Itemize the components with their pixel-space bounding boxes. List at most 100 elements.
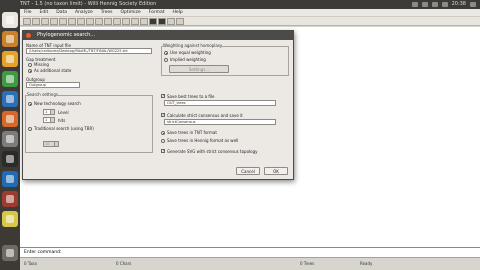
copy-icon[interactable]	[50, 17, 58, 25]
menu-analyze[interactable]: Analyze	[75, 9, 93, 16]
hennig-format-label: Save trees in Hennig format as well	[167, 138, 239, 143]
consensus-checkbox[interactable]: ✓	[161, 113, 165, 117]
menu-data[interactable]: Data	[56, 9, 67, 16]
status-ready: Ready	[360, 261, 373, 266]
gap-missing-label: Missing	[34, 62, 49, 67]
save-trees-checkbox[interactable]: ✓	[161, 94, 165, 98]
ok-button[interactable]: OK	[264, 167, 288, 175]
tnt-icon[interactable]	[2, 171, 18, 187]
menu-format[interactable]: Format	[149, 9, 165, 16]
search-settings-label: Search settings	[27, 92, 58, 97]
consensus-field[interactable]: strictConsensus	[164, 119, 276, 125]
view-icon[interactable]	[113, 17, 121, 25]
level-value: 1	[45, 110, 48, 114]
outgroup-field[interactable]: Outgroup	[26, 82, 80, 88]
menu-optimize[interactable]: Optimize	[120, 9, 140, 16]
desktop: TNT - 1.5 (no taxon limit) - Willi Henni…	[0, 0, 480, 270]
traditional-spin-arrows[interactable]	[54, 142, 58, 146]
color-icon[interactable]	[131, 17, 139, 25]
weighting-settings-button[interactable]: Settings...	[169, 65, 229, 73]
status-trees: 0 Trees	[300, 261, 315, 266]
terminal-icon[interactable]	[2, 151, 18, 167]
level-spinner[interactable]: 1	[43, 109, 55, 115]
hennig-format-radio[interactable]	[161, 139, 165, 143]
open-icon[interactable]	[23, 17, 31, 25]
status-bar: 0 Taxa 0 Chars 0 Trees Ready	[20, 257, 480, 270]
hits-value: 1	[45, 118, 48, 122]
hits-spinner[interactable]: 1	[43, 117, 55, 123]
info-icon[interactable]	[140, 17, 148, 25]
search-icon[interactable]	[95, 17, 103, 25]
files-icon[interactable]	[2, 31, 18, 47]
paste-icon[interactable]	[59, 17, 67, 25]
battery-icon[interactable]	[431, 2, 438, 7]
app-toolbar	[20, 17, 480, 26]
video-icon[interactable]	[2, 191, 18, 207]
help-icon[interactable]	[176, 17, 184, 25]
dash-icon[interactable]	[2, 12, 18, 28]
tnt-format-label: Save trees in TNT format	[167, 130, 217, 135]
cancel-button[interactable]: Cancel	[236, 167, 260, 175]
save-trees-field[interactable]: OUT_trees	[164, 100, 276, 106]
gap-additional-label: As additional state	[34, 68, 72, 73]
weighting-label: Weighting against homoplasy	[163, 43, 223, 48]
launcher	[0, 9, 20, 270]
network-icon[interactable]	[411, 2, 418, 7]
equal-weighting-label: Use equal weighting	[170, 50, 211, 55]
gear-icon[interactable]	[470, 2, 476, 7]
implied-weighting-label: Implied weighting	[170, 57, 206, 62]
black-icon[interactable]	[149, 17, 157, 25]
script-icon[interactable]	[167, 17, 175, 25]
traditional-spinner[interactable]: 10	[43, 141, 59, 147]
phylogenomic-search-dialog: Phylogenomic search... Name of TNT input…	[22, 30, 294, 180]
command-label: Enter command:	[24, 250, 62, 255]
trash-icon[interactable]	[2, 245, 18, 261]
menu-trees[interactable]: Trees	[101, 9, 113, 16]
calc-icon[interactable]	[2, 71, 18, 87]
svg-label: Generate SVG with strict consensus topol…	[167, 149, 258, 154]
save-trees-label: Save best trees to a file	[167, 94, 215, 99]
menu-edit[interactable]: Edit	[40, 9, 49, 16]
gap-missing-radio[interactable]	[28, 63, 32, 67]
close-icon[interactable]	[26, 33, 31, 38]
system-top-bar: TNT - 1.5 (no taxon limit) - Willi Henni…	[0, 0, 480, 9]
menu-help[interactable]: Help	[173, 9, 183, 16]
gap-additional-radio[interactable]	[28, 69, 32, 73]
traditional-label: Traditional search (using TBR)	[34, 126, 94, 131]
clock[interactable]: 20:38	[452, 0, 466, 9]
hits-spin-arrows[interactable]	[50, 118, 54, 122]
menu-file[interactable]: File	[24, 9, 32, 16]
implied-weighting-radio[interactable]	[164, 58, 168, 62]
input-file-field[interactable]: /Users/carlborez/Desktop/RAxML/TNT/FINAL…	[26, 48, 152, 54]
writer-icon[interactable]	[2, 91, 18, 107]
volume-icon[interactable]	[441, 2, 448, 7]
software-icon[interactable]	[2, 111, 18, 127]
edit-icon[interactable]	[68, 17, 76, 25]
new-tech-label: New technology search	[34, 101, 81, 106]
traditional-radio[interactable]	[28, 127, 32, 131]
settings-icon[interactable]	[2, 131, 18, 147]
stop-icon[interactable]	[104, 17, 112, 25]
dialog-titlebar[interactable]: Phylogenomic search...	[23, 31, 293, 40]
new-tech-radio[interactable]	[28, 102, 32, 106]
notes-icon[interactable]	[2, 211, 18, 227]
hits-label: hits	[58, 118, 66, 123]
matrix-icon[interactable]	[77, 17, 85, 25]
tnt-format-radio[interactable]	[161, 131, 165, 135]
tree-icon[interactable]	[86, 17, 94, 25]
consensus-label: Calculate strict consensus and save it	[167, 113, 243, 118]
traditional-value: 10	[45, 142, 50, 146]
keyboard-icon[interactable]	[421, 2, 428, 7]
browser-icon[interactable]	[2, 51, 18, 67]
svg-checkbox[interactable]: ✓	[161, 149, 165, 153]
save-icon[interactable]	[32, 17, 40, 25]
level-spin-arrows[interactable]	[50, 110, 54, 114]
equal-weighting-radio[interactable]	[164, 51, 168, 55]
print-icon[interactable]	[41, 17, 49, 25]
zoom-icon[interactable]	[122, 17, 130, 25]
black-icon-2[interactable]	[158, 17, 166, 25]
dialog-title: Phylogenomic search...	[37, 32, 96, 38]
command-line[interactable]: Enter command:	[20, 247, 480, 257]
window-title: TNT - 1.5 (no taxon limit) - Willi Henni…	[20, 1, 157, 7]
status-taxa: 0 Taxa	[24, 261, 37, 266]
